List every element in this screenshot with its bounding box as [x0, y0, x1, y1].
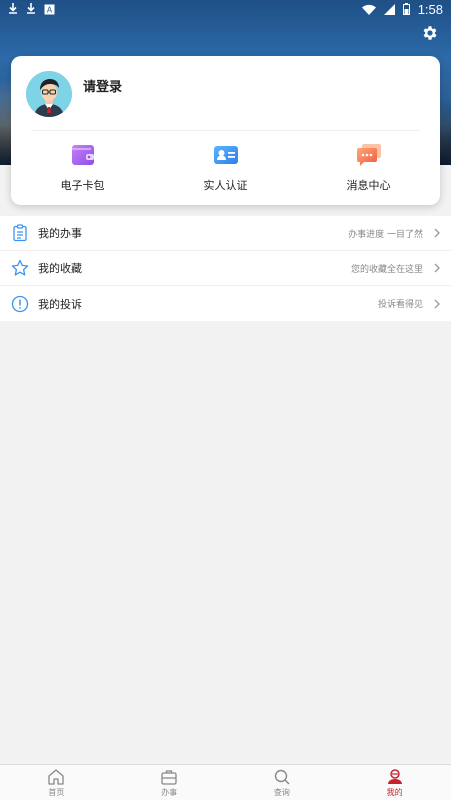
quick-action-messages[interactable]: 消息中心 — [314, 141, 424, 196]
menu-item-hint: 您的收藏全在这里 — [350, 264, 423, 275]
tab-label: 我的 — [386, 787, 403, 797]
quick-action-card-wallet[interactable]: 电子卡包 — [28, 141, 138, 196]
menu-item-label: 我的办事 — [38, 227, 82, 240]
menu-item-hint: 办事进度 一目了然 — [348, 229, 423, 240]
status-time: 1:58 — [417, 1, 443, 17]
menu-item-my-favorites[interactable]: 我的收藏 您的收藏全在这里 — [0, 251, 451, 286]
login-prompt[interactable]: 请登录 — [83, 76, 122, 95]
menu-item-label: 我的收藏 — [38, 262, 82, 275]
download-icon — [9, 3, 17, 14]
clipboard-icon — [10, 223, 30, 243]
wifi-icon — [361, 4, 376, 15]
home-icon — [48, 768, 65, 785]
tab-label: 首页 — [48, 787, 65, 797]
status-bar: A 1:58 — [0, 0, 451, 18]
tab-label: 查询 — [273, 787, 290, 797]
card-divider — [31, 130, 420, 131]
download-icon — [27, 3, 35, 14]
user-icon — [387, 768, 402, 784]
quick-action-label: 电子卡包 — [60, 179, 105, 192]
settings-button[interactable] — [419, 22, 441, 44]
app-icon: A — [44, 4, 55, 14]
chevron-right-icon — [434, 299, 440, 308]
quick-action-identity[interactable]: 实人认证 — [171, 141, 281, 196]
briefcase-icon — [161, 769, 177, 785]
svg-text:A: A — [47, 5, 53, 14]
menu-item-my-complaints[interactable]: 我的投诉 投诉看得见 — [0, 286, 451, 321]
quick-action-label: 消息中心 — [346, 179, 391, 192]
tab-home[interactable]: 首页 — [0, 768, 112, 798]
tab-affairs[interactable]: 办事 — [113, 768, 225, 798]
tab-query[interactable]: 查询 — [226, 768, 338, 798]
chevron-right-icon — [434, 228, 440, 238]
menu-list: 我的办事 办事进度 一目了然 我的收藏 您的收藏全在这里 我的投诉 投诉看得见 — [0, 216, 451, 321]
avatar[interactable] — [26, 71, 72, 117]
quick-action-label: 实人认证 — [203, 179, 248, 192]
tab-mine[interactable]: 我的 — [339, 768, 451, 798]
id-card-icon — [213, 146, 238, 164]
wallet-icon — [71, 145, 94, 165]
menu-item-label: 我的投诉 — [38, 297, 82, 311]
message-icon — [356, 144, 381, 166]
alert-icon — [10, 294, 30, 314]
quick-actions: 电子卡包 实人认证 消息中心 — [11, 141, 440, 196]
menu-item-my-affairs[interactable]: 我的办事 办事进度 一目了然 — [0, 216, 451, 251]
signal-icon — [383, 3, 395, 15]
chevron-right-icon — [434, 263, 440, 273]
bottom-tab-bar: 首页 办事 查询 我的 — [0, 764, 451, 800]
user-avatar-icon — [26, 71, 72, 117]
battery-icon — [402, 3, 410, 15]
gear-icon — [423, 26, 437, 40]
menu-item-hint: 投诉看得见 — [377, 300, 423, 310]
star-icon — [10, 258, 30, 278]
profile-card: 请登录 电子卡包 实人认证 消息中心 — [11, 56, 440, 205]
search-icon — [274, 769, 290, 784]
tab-label: 办事 — [161, 787, 178, 797]
